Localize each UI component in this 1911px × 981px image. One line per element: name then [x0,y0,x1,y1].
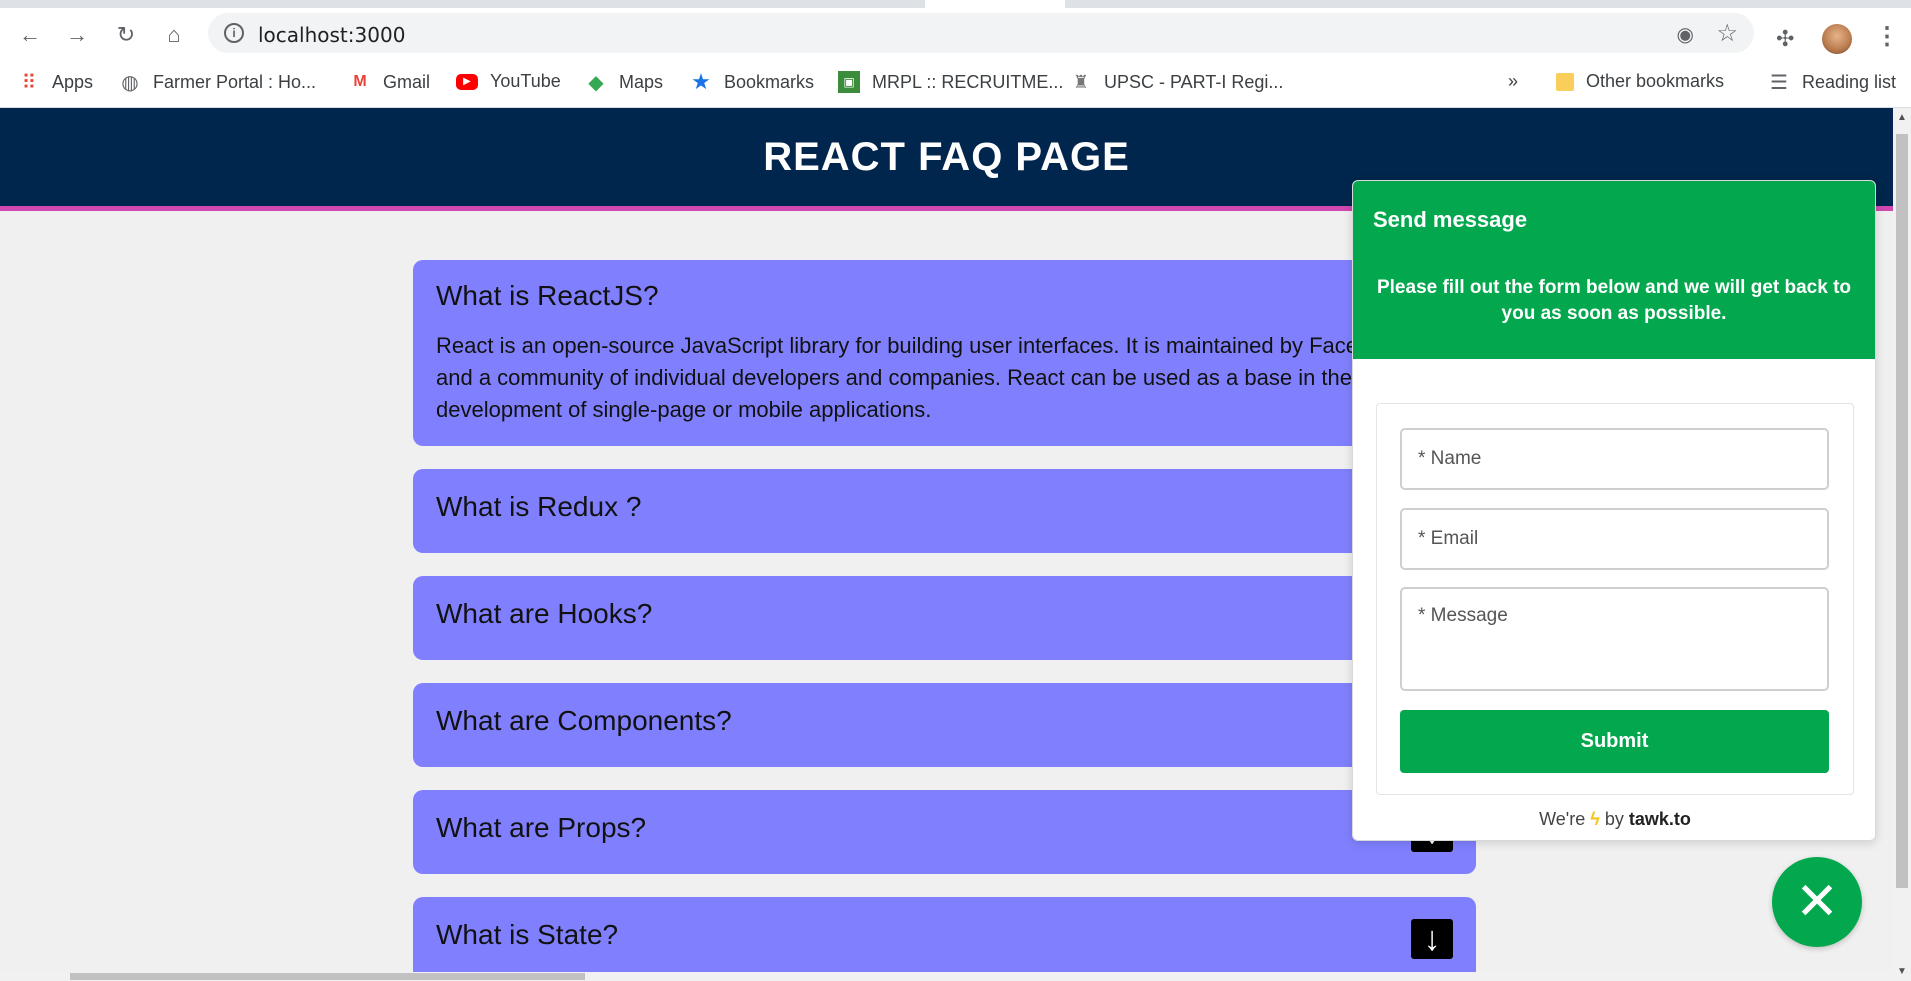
reading-list-icon: ☰ [1770,71,1788,94]
bookmark-youtube[interactable]: ▶ YouTube [456,71,561,92]
horizontal-scrollbar[interactable] [0,972,1893,981]
name-field[interactable] [1400,428,1829,490]
close-icon: ✕ [1795,873,1839,931]
reading-list-label: Reading list [1802,71,1897,92]
faq-item-hooks[interactable]: What are Hooks? ↓ [413,576,1476,660]
vertical-scrollbar[interactable]: ▲ ▼ [1893,108,1911,981]
faq-question[interactable]: What are Props? [436,812,1453,844]
close-chat-button[interactable]: ✕ [1772,857,1862,947]
reading-list-button[interactable]: ☰ Reading list [1768,71,1897,94]
submit-button[interactable]: Submit [1400,710,1829,773]
footer-by: by [1604,809,1624,829]
footer-prefix: We're [1539,809,1586,829]
bookmark-label: Maps [619,71,664,92]
chat-title: Send message [1373,207,1528,232]
message-field[interactable] [1400,587,1829,691]
bookmark-upsc[interactable]: ♜ UPSC - PART-I Regi... [1070,71,1283,93]
reload-icon[interactable]: ↻ [112,21,140,49]
faq-item-redux[interactable]: What is Redux ? ↓ [413,469,1476,553]
faq-question[interactable]: What is Redux ? [436,491,1453,523]
arrow-down-icon[interactable]: ↓ [1411,919,1453,959]
faq-question[interactable]: What is State? [436,919,1453,951]
scroll-down-icon[interactable]: ▼ [1897,966,1907,977]
bookmark-apps[interactable]: ⠿ Apps [18,71,94,94]
chat-form: Submit [1376,403,1854,795]
browser-toolbar: ← → ↻ ⌂ i localhost:3000 ◉ ☆ ✣ ⋮ [0,8,1911,58]
faq-list: What is ReactJS? React is an open-source… [413,260,1476,981]
star-icon: ★ [691,69,711,94]
chat-widget: Send message Please fill out the form be… [1352,180,1876,841]
chat-footer[interactable]: We're ϟ by tawk.to [1353,809,1875,830]
youtube-icon: ▶ [456,73,478,90]
eye-slash-icon[interactable]: ◉ [1677,22,1694,47]
menu-kebab-icon[interactable]: ⋮ [1875,22,1899,51]
bookmark-other-bookmarks[interactable]: Other bookmarks [1556,71,1724,92]
active-tab[interactable] [925,0,1065,8]
bookmark-mrpl[interactable]: ▣ MRPL :: RECRUITME... [838,71,1063,93]
faq-item-props[interactable]: What are Props? ↓ [413,790,1476,874]
horizontal-scrollbar-thumb[interactable] [70,973,585,980]
faq-item-components[interactable]: What are Components? ↓ [413,683,1476,767]
bookmark-bookmarks[interactable]: ★ Bookmarks [690,69,815,94]
faq-question[interactable]: What are Components? [436,705,1453,737]
faq-answer: React is an open-source JavaScript libra… [436,333,1406,422]
bookmark-label: Gmail [383,71,431,92]
faq-item-state[interactable]: What is State? ↓ [413,897,1476,981]
scroll-up-icon[interactable]: ▲ [1897,112,1907,123]
bookmark-label: UPSC - PART-I Regi... [1104,71,1284,92]
bookmarks-bar: ⠿ Apps ◍ Farmer Portal : Ho... M Gmail ▶… [0,58,1911,108]
bookmark-gmail[interactable]: M Gmail [349,71,430,93]
maps-icon: ◆ [588,71,604,94]
overflow-chevron-icon: » [1508,71,1519,91]
lightning-bolt-icon: ϟ [1590,809,1600,829]
page-title: REACT FAQ PAGE [763,134,1130,179]
site-info-icon[interactable]: i [224,23,244,43]
email-field[interactable] [1400,508,1829,570]
emblem-icon: ♜ [1072,71,1090,92]
url-text[interactable]: localhost:3000 [258,23,405,47]
scrollbar-thumb[interactable] [1896,134,1908,888]
faq-item-reactjs[interactable]: What is ReactJS? React is an open-source… [413,260,1476,446]
forward-arrow-icon[interactable]: → [63,21,91,49]
gmail-icon: M [353,73,367,90]
bookmark-label: Farmer Portal : Ho... [153,71,317,92]
bookmark-label: MRPL :: RECRUITME... [872,71,1064,92]
bookmarks-overflow-button[interactable]: » [1508,71,1518,92]
extensions-puzzle-icon[interactable]: ✣ [1776,26,1794,52]
faq-question[interactable]: What is ReactJS? [436,280,1453,312]
faq-question[interactable]: What are Hooks? [436,598,1453,630]
back-arrow-icon[interactable]: ← [16,21,44,49]
footer-brand[interactable]: tawk.to [1629,809,1691,829]
bookmark-label: Apps [52,71,94,92]
folder-icon [1556,72,1574,91]
tab-strip [0,0,1911,8]
chat-subtitle: Please fill out the form below and we wi… [1376,277,1852,324]
mrpl-icon: ▣ [838,71,860,93]
bookmark-label: Bookmarks [724,71,815,92]
apps-grid-icon: ⠿ [21,71,37,94]
bookmark-farmer-portal[interactable]: ◍ Farmer Portal : Ho... [119,71,317,94]
bookmark-label: Other bookmarks [1586,71,1725,91]
address-bar[interactable]: i localhost:3000 ◉ ☆ [208,13,1754,53]
globe-icon: ◍ [121,71,139,94]
bookmark-star-icon[interactable]: ☆ [1716,19,1738,48]
profile-avatar[interactable] [1822,24,1852,54]
bookmark-label: YouTube [490,71,561,91]
home-icon[interactable]: ⌂ [160,21,188,49]
chat-header: Send message Please fill out the form be… [1353,181,1875,359]
bookmark-maps[interactable]: ◆ Maps [585,71,664,94]
